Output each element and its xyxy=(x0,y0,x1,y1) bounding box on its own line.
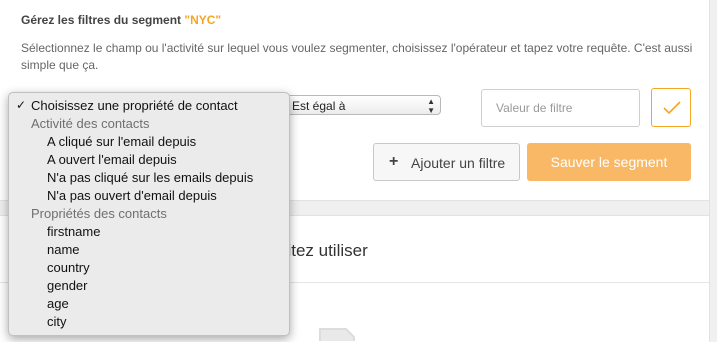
dropdown-option[interactable]: city xyxy=(47,313,67,331)
dropdown-option-selected[interactable]: Choisissez une propriété de contact xyxy=(31,97,238,115)
dropdown-option[interactable]: gender xyxy=(47,277,87,295)
section-title: aitez utiliser xyxy=(278,241,368,260)
operator-value: Est égal à xyxy=(292,99,346,113)
panel-border xyxy=(709,0,710,341)
dropdown-option[interactable]: A cliqué sur l'email depuis xyxy=(47,133,196,151)
check-icon: ✓ xyxy=(16,98,27,112)
select-arrows-icon: ▲ ▼ xyxy=(427,97,435,115)
dropdown-group-activity: Activité des contacts xyxy=(31,116,150,131)
segment-name: "NYC" xyxy=(184,13,222,27)
dropdown-option[interactable]: age xyxy=(47,295,69,313)
panel-heading: Gérez les filtres du segment "NYC" xyxy=(21,13,221,27)
save-segment-button[interactable]: Sauver le segment xyxy=(527,143,691,181)
dropdown-option[interactable]: A ouvert l'email depuis xyxy=(47,151,177,169)
dropdown-option[interactable]: N'a pas cliqué sur les emails depuis xyxy=(47,169,253,187)
confirm-filter-button[interactable] xyxy=(651,88,691,127)
operator-select[interactable]: Est égal à ▲ ▼ xyxy=(285,95,441,115)
dropdown-option[interactable]: name xyxy=(47,241,80,259)
panel-description: Sélectionnez le champ ou l'activité sur … xyxy=(21,41,693,72)
heading-prefix: Gérez les filtres du segment xyxy=(21,13,185,27)
plus-icon: + xyxy=(389,153,399,170)
check-icon xyxy=(663,101,681,115)
add-filter-label: Ajouter un filtre xyxy=(411,155,506,171)
dropdown-option[interactable]: N'a pas ouvert d'email depuis xyxy=(47,187,217,205)
filter-value-input[interactable] xyxy=(481,89,640,127)
contact-property-dropdown[interactable]: ✓ Choisissez une propriété de contact Ac… xyxy=(8,92,290,336)
dropdown-option[interactable]: country xyxy=(47,259,90,277)
add-filter-button[interactable]: + Ajouter un filtre xyxy=(373,143,520,181)
document-icon xyxy=(319,328,355,341)
dropdown-option[interactable]: firstname xyxy=(47,223,100,241)
dropdown-group-properties: Propriétés des contacts xyxy=(31,206,167,221)
